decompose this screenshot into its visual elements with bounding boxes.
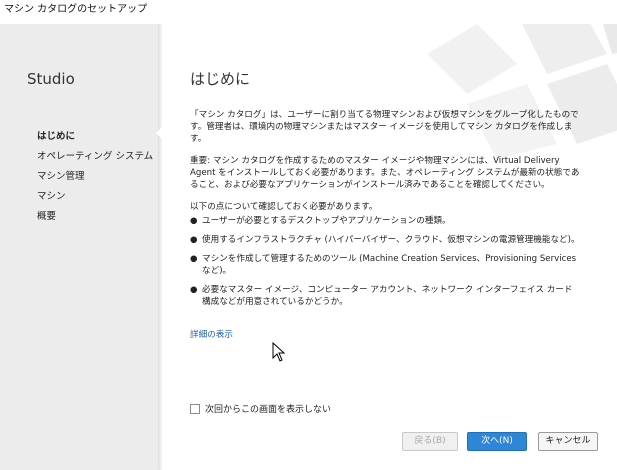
- next-button[interactable]: 次へ(N): [467, 432, 527, 451]
- dont-show-again-label: 次回からこの画面を表示しない: [205, 405, 332, 415]
- bullet-icon: ●: [190, 254, 198, 264]
- wizard-steps: はじめに オペレーティング システム マシン管理 マシン 概要: [37, 130, 153, 230]
- step-machines: マシン: [37, 191, 66, 202]
- step-introduction: はじめに: [37, 131, 76, 142]
- list-item: ● 使用するインフラストラクチャ (ハイパーバイザー、クラウド、仮想マシンの電源管…: [190, 234, 580, 246]
- bullet-icon: ●: [190, 216, 198, 226]
- back-button[interactable]: 戻る(B): [402, 432, 458, 451]
- list-item: ● 必要なマスター イメージ、コンピューター アカウント、ネットワーク インターフ…: [190, 284, 580, 308]
- main-panel: はじめに 「マシン カタログ」は、ユーザーに割り当てる物理マシンおよび仮想マシン…: [162, 24, 617, 470]
- list-item-text: 使用するインフラストラクチャ (ハイパーバイザー、クラウド、仮想マシンの電源管理…: [202, 235, 580, 245]
- intro-content: 「マシン カタログ」は、ユーザーに割り当てる物理マシンおよび仮想マシンをグループ…: [190, 109, 580, 315]
- step-machine-management: マシン管理: [37, 171, 85, 182]
- list-item-text: 必要なマスター イメージ、コンピューター アカウント、ネットワーク インターフェ…: [202, 285, 573, 307]
- list-item: ● マシンを作成して管理するためのツール (Machine Creation Se…: [190, 253, 580, 277]
- list-item-text: ユーザーが必要とするデスクトップやアプリケーションの種類。: [202, 216, 451, 226]
- bullet-icon: ●: [190, 235, 198, 245]
- checklist-heading: 以下の点について確認しておく必要があります。: [190, 202, 378, 212]
- list-item: ● ユーザーが必要とするデスクトップやアプリケーションの種類。: [190, 215, 580, 227]
- dont-show-again-row[interactable]: 次回からこの画面を表示しない: [190, 402, 331, 415]
- show-details-link[interactable]: 詳細の表示: [190, 328, 233, 340]
- intro-paragraph: 「マシン カタログ」は、ユーザーに割り当てる物理マシンおよび仮想マシンをグループ…: [190, 110, 579, 144]
- cancel-button[interactable]: キャンセル: [538, 432, 598, 451]
- bullet-icon: ●: [190, 285, 198, 295]
- step-operating-system: オペレーティング システム: [37, 151, 154, 162]
- checklist: ● ユーザーが必要とするデスクトップやアプリケーションの種類。 ● 使用するインフラ…: [190, 215, 580, 308]
- page-title: はじめに: [190, 70, 251, 88]
- window-title: マシン カタログのセットアップ: [0, 0, 617, 24]
- studio-brand: Studio: [27, 70, 75, 88]
- dont-show-again-checkbox[interactable]: [190, 403, 200, 414]
- sidebar: [0, 24, 162, 470]
- list-item-text: マシンを作成して管理するためのツール (Machine Creation Ser…: [202, 254, 577, 276]
- step-summary: 概要: [37, 211, 57, 222]
- important-paragraph: 重要: マシン カタログを作成するためのマスター イメージや物理マシンには、Vi…: [190, 156, 580, 190]
- mouse-cursor-icon: [272, 342, 286, 362]
